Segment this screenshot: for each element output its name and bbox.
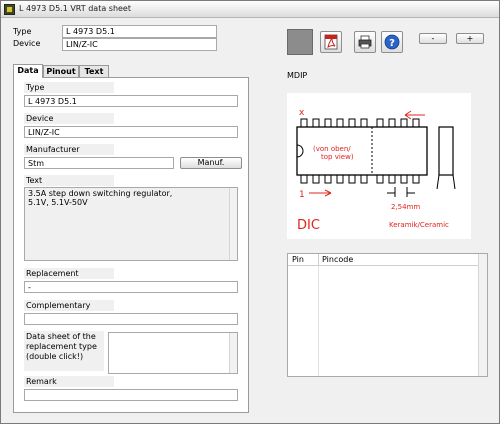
type-field[interactable]: L 4973 D5.1 [24,95,238,107]
svg-text:1: 1 [299,190,305,200]
window-title: L 4973 D5.1 VRT data sheet [19,4,131,13]
remark-field[interactable] [24,389,238,401]
package-name: MDIP [287,71,308,80]
replacement-field[interactable]: - [24,281,238,293]
pin-table-scrollbar[interactable] [478,254,487,376]
pdf-icon [324,34,338,50]
datasheet-replacement-list[interactable] [108,332,238,374]
svg-text:(von oben/: (von oben/ [313,145,351,153]
svg-text:?: ? [389,38,395,49]
header-type-label: Type [13,27,32,36]
device-label: Device [24,113,114,124]
zoom-in-button[interactable]: + [456,33,484,44]
zoom-out-button[interactable]: - [419,33,447,44]
datasheet-label-line-3: (double click!) [26,352,84,361]
print-button[interactable] [354,31,376,53]
pin-table[interactable]: Pin Pincode [287,253,488,377]
app-icon [4,4,15,15]
pin-table-header: Pin Pincode [288,254,480,266]
pin-column-header[interactable]: Pin [292,255,304,264]
description-textarea[interactable]: 3.5A step down switching regulator, 5.1V… [24,187,238,261]
dip-package-drawing: x (von oben/ top view) 1 2,54mm DIC Kera… [296,108,456,233]
color-swatch[interactable] [287,29,313,55]
svg-text:x: x [299,108,305,118]
type-label: Type [24,82,114,93]
datasheet-window: L 4973 D5.1 VRT data sheet Type L 4973 D… [0,0,500,424]
complementary-label: Complementary [24,300,114,311]
description-line-1: 3.5A step down switching regulator, [28,189,173,198]
title-bar: L 4973 D5.1 VRT data sheet [1,1,499,18]
manufacturer-label: Manufacturer [24,144,114,155]
package-drawing[interactable]: x (von oben/ top view) 1 2,54mm DIC Kera… [287,93,471,239]
replacement-label: Replacement [24,268,114,279]
datasheet-label-line-2: replacement type [26,342,97,351]
header-type-field[interactable]: L 4973 D5.1 [62,25,217,38]
pincode-column-header[interactable]: Pincode [322,255,353,264]
header-divider [318,254,319,266]
column-divider [318,266,319,376]
complementary-field[interactable] [24,313,238,325]
header-device-field[interactable]: LIN/Z-IC [62,38,217,51]
svg-text:2,54mm: 2,54mm [391,203,420,211]
datasheet-label-line-1: Data sheet of the [26,332,96,341]
datasheet-replacement-label: Data sheet of the replacement type (doub… [24,331,104,371]
help-button[interactable]: ? [381,31,403,53]
svg-text:DIC: DIC [297,218,320,233]
svg-text:top view): top view) [321,153,354,161]
tab-data[interactable]: Data [13,64,43,78]
svg-text:Keramik/Ceramic: Keramik/Ceramic [389,221,449,229]
description-scrollbar[interactable] [229,188,237,260]
description-line-2: 5.1V, 5.1V-50V [28,198,88,207]
device-field[interactable]: LIN/Z-IC [24,126,238,138]
remark-label: Remark [24,376,114,387]
datasheet-list-scrollbar[interactable] [229,333,237,373]
pdf-button[interactable] [320,31,342,53]
text-label: Text [24,175,114,186]
manufacturer-field[interactable]: Stm [24,157,174,169]
header-device-label: Device [13,39,41,48]
help-icon: ? [384,34,400,50]
data-tab-panel: Type L 4973 D5.1 Device LIN/Z-IC Manufac… [13,77,249,413]
printer-icon [358,35,372,49]
manuf-button[interactable]: Manuf. [180,157,242,169]
